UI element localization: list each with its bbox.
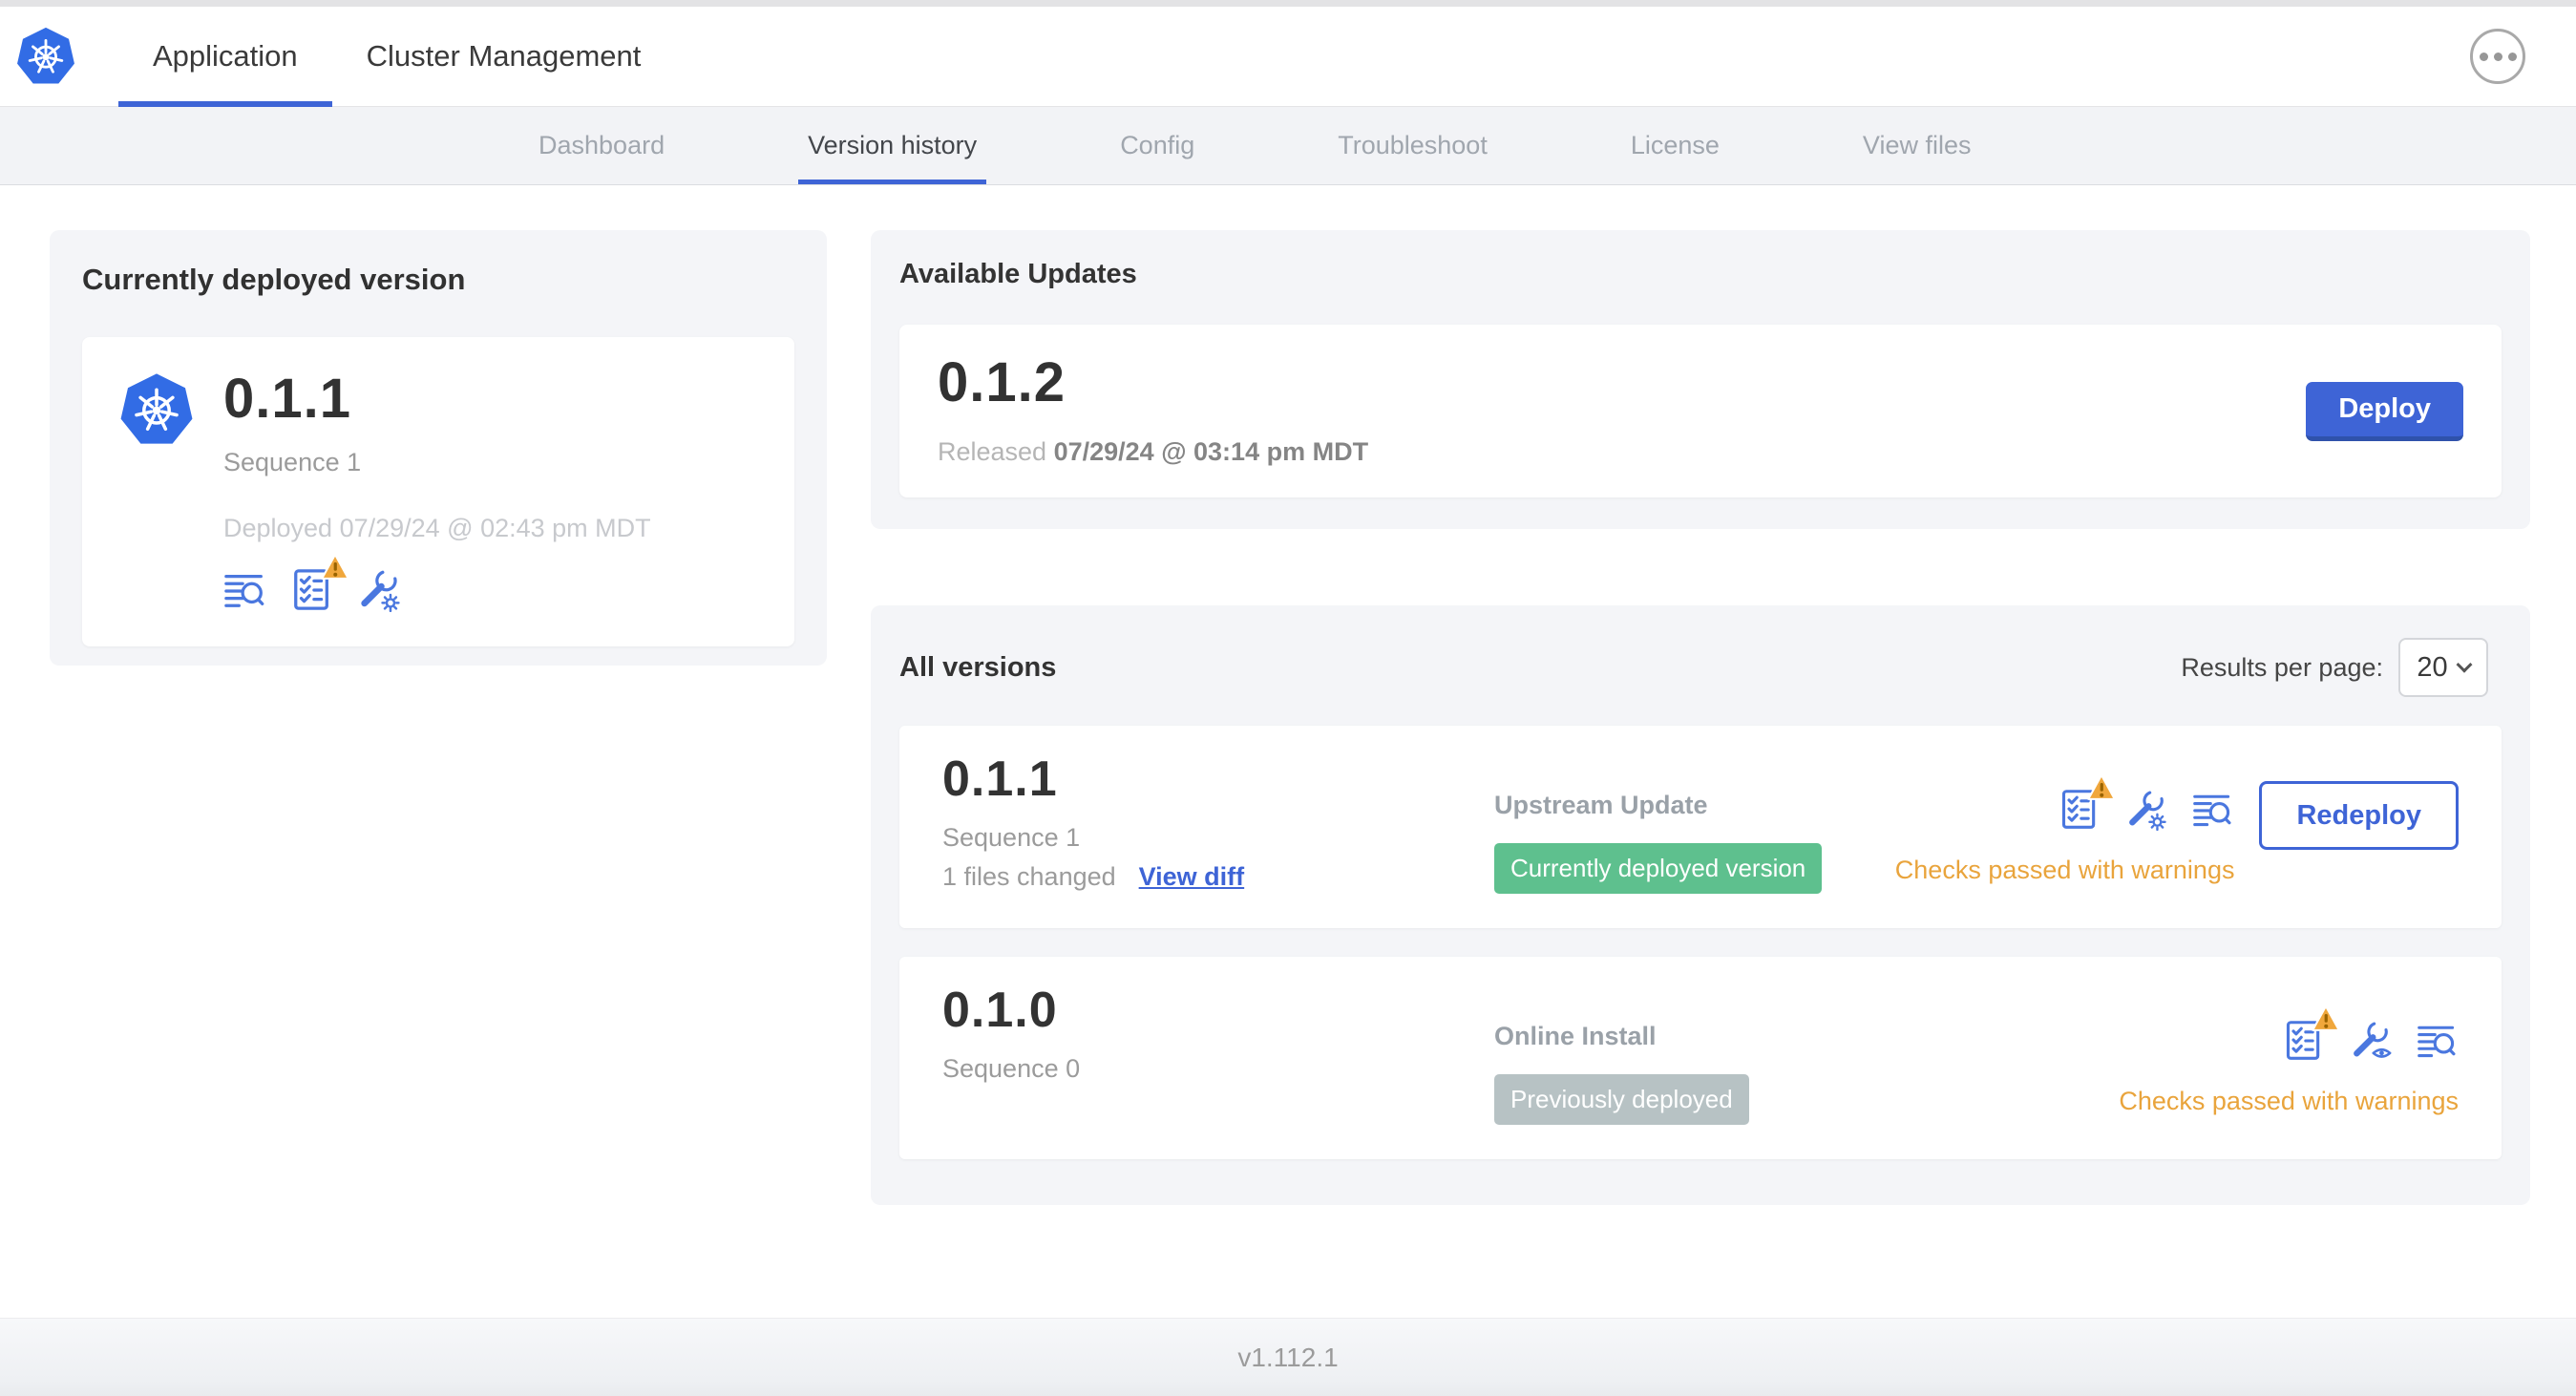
row-version-actions [2059,773,2234,831]
right-column: Available Updates 0.1.2 Released 07/29/2… [871,230,2530,1205]
wrench-eye-icon[interactable] [2350,1020,2392,1062]
row-version-number: 0.1.1 [942,751,1058,807]
view-diff-link[interactable]: View diff [1139,862,1245,892]
app-kubernetes-icon [118,371,195,448]
console-version: v1.112.1 [1237,1342,1339,1372]
window-top-edge [0,0,2576,7]
deploy-button[interactable]: Deploy [2306,381,2463,441]
all-versions-card: All versions Results per page: 20 0.1.1 … [871,605,2530,1205]
status-badge: Previously deployed [1494,1074,1749,1125]
app-footer: v1.112.1 [0,1318,2576,1396]
wrench-gear-icon[interactable] [357,568,401,612]
chevron-down-icon [2456,656,2473,673]
main-content: Currently deployed version 0.1.1 Sequenc… [0,185,2576,1318]
ellipsis-icon [2479,52,2488,61]
diff-lines-magnifier-icon[interactable] [223,568,267,612]
deployed-version-actions [223,553,651,612]
app-subnav: Dashboard Version history Config Trouble… [0,107,2576,185]
currently-deployed-title: Currently deployed version [82,263,466,296]
available-updates-title: Available Updates [899,259,1137,289]
checklist-warning-icon[interactable] [290,553,349,612]
tab-application[interactable]: Application [118,7,332,107]
tab-license[interactable]: License [1621,107,1729,184]
checklist-warning-icon[interactable] [2283,1005,2340,1062]
tab-dashboard[interactable]: Dashboard [529,107,674,184]
currently-deployed-card: Currently deployed version 0.1.1 Sequenc… [50,230,827,666]
deployed-sequence: Sequence 1 [223,448,362,476]
files-changed-label: 1 files changed [942,862,1116,891]
update-version-number: 0.1.2 [938,351,1066,413]
results-per-page-label: Results per page: [2181,652,2383,682]
deployed-timestamp: Deployed 07/29/24 @ 02:43 pm MDT [223,514,651,542]
all-versions-title: All versions [899,651,1057,683]
row-sequence: Sequence 0 [942,1054,1081,1083]
version-row: 0.1.1 Sequence 1 1 files changed View di… [899,726,2502,928]
tab-config[interactable]: Config [1110,107,1204,184]
checklist-warning-icon[interactable] [2059,773,2117,831]
available-updates-card: Available Updates 0.1.2 Released 07/29/2… [871,230,2530,529]
more-options-button[interactable] [2470,29,2525,84]
app-window: Application Cluster Management Dashboard… [0,0,2576,1396]
checks-status-text[interactable]: Checks passed with warnings [2119,1087,2459,1116]
header-nav: Application Cluster Management [118,7,676,107]
diff-lines-magnifier-icon[interactable] [2192,789,2234,831]
results-per-page-select[interactable]: 20 [2398,638,2488,697]
wrench-gear-icon[interactable] [2125,789,2167,831]
warning-triangle-icon [2086,773,2117,802]
tab-application-label: Application [153,39,298,73]
deployed-version-number: 0.1.1 [223,368,351,430]
currently-deployed-version-card: 0.1.1 Sequence 1 Deployed 07/29/24 @ 02:… [82,337,794,646]
diff-lines-magnifier-icon[interactable] [2417,1020,2459,1062]
redeploy-button[interactable]: Redeploy [2259,781,2459,850]
update-released-timestamp: Released 07/29/24 @ 03:14 pm MDT [938,437,1369,466]
version-row: 0.1.0 Sequence 0 Online Install Previous… [899,957,2502,1159]
tab-troubleshoot[interactable]: Troubleshoot [1328,107,1497,184]
tab-version-history[interactable]: Version history [798,107,987,184]
tab-view-files[interactable]: View files [1853,107,1981,184]
row-sequence: Sequence 1 [942,823,1081,852]
row-version-actions [2283,1005,2459,1062]
warning-triangle-icon [320,553,350,582]
tab-cluster-management[interactable]: Cluster Management [332,7,676,106]
checks-status-text[interactable]: Checks passed with warnings [1895,856,2235,885]
results-per-page: Results per page: 20 [2181,638,2488,697]
app-header: Application Cluster Management [0,7,2576,107]
tab-cluster-management-label: Cluster Management [366,39,642,73]
version-source-label: Online Install [1494,1022,1657,1050]
version-source-label: Upstream Update [1494,791,1708,819]
available-update-row: 0.1.2 Released 07/29/24 @ 03:14 pm MDT D… [899,325,2502,497]
kubernetes-logo-icon [15,26,76,87]
status-badge: Currently deployed version [1494,843,1823,894]
warning-triangle-icon [2311,1005,2341,1033]
row-version-number: 0.1.0 [942,983,1058,1038]
